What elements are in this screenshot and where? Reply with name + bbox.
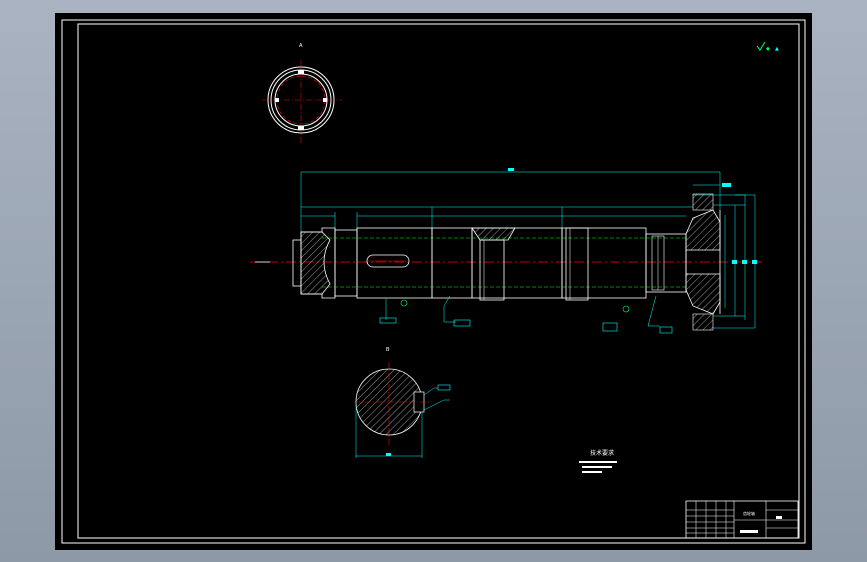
title-block-text: 齿轮轴 [743,510,755,516]
drawing-canvas[interactable]: ◆ ▲ A B 技术要求 齿轮轴 [0,0,867,562]
svg-text:▲: ▲ [775,46,779,52]
cad-viewport[interactable]: ◆ ▲ A B 技术要求 齿轮轴 [0,0,867,562]
section-label-bottom: B [386,347,390,353]
svg-text:◆: ◆ [766,46,770,52]
section-label-top: A [299,43,303,49]
tech-req-title: 技术要求 [590,449,614,457]
